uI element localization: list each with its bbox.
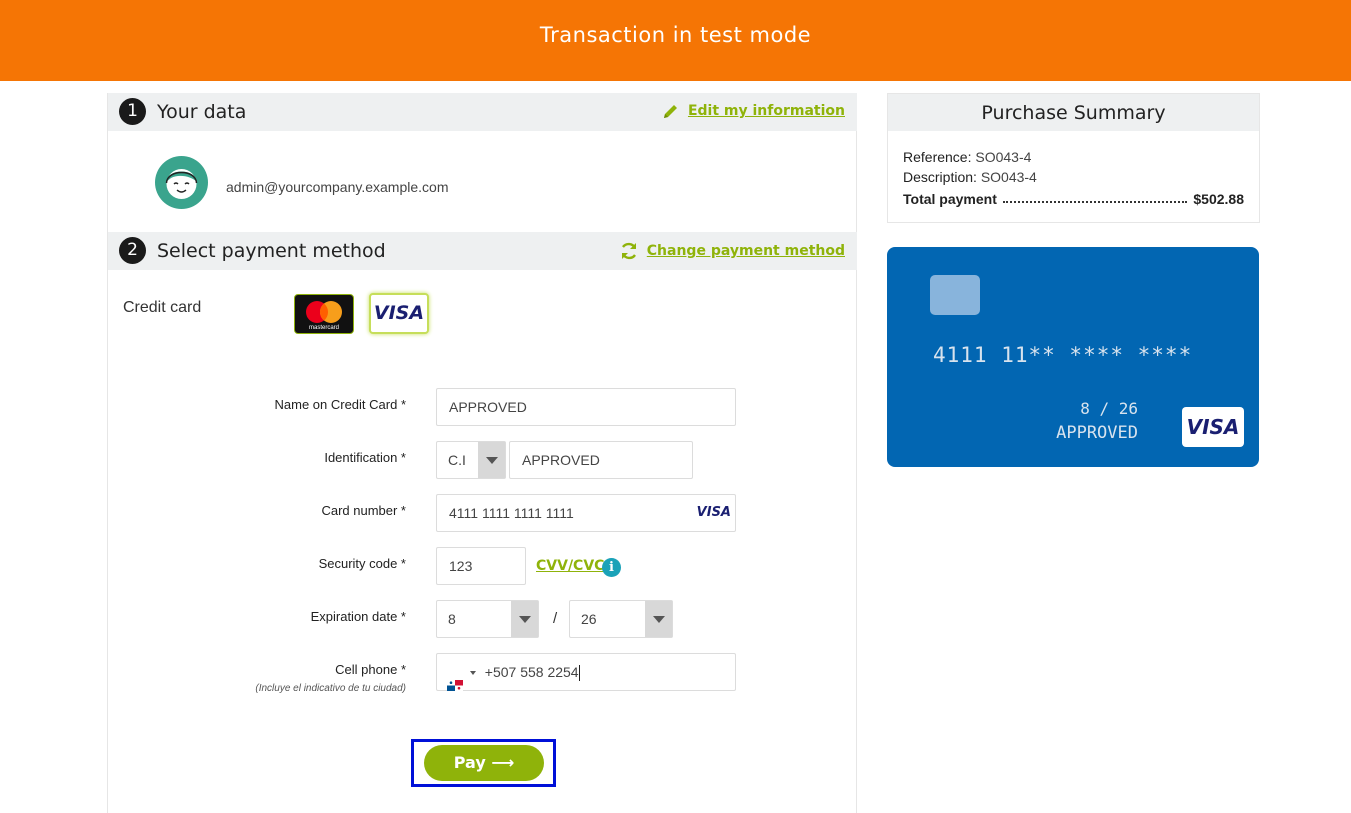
user-email: admin@yourcompany.example.com	[226, 179, 449, 195]
visa-logo-text: VISA	[373, 302, 425, 324]
phone-input[interactable]: +507 558 2254	[436, 653, 736, 691]
id-type-select[interactable]: C.I	[436, 441, 506, 479]
description-label: Description:	[903, 169, 977, 185]
cvv-help-link[interactable]: CVV/CVC	[536, 558, 604, 574]
card-preview: 4111 11** **** **** 8 / 26 APPROVED VISA	[887, 247, 1259, 467]
total-value: $502.88	[1193, 191, 1244, 207]
info-icon[interactable]: i	[602, 558, 621, 577]
edit-information-label: Edit my information	[687, 103, 845, 119]
credit-card-label: Credit card	[123, 299, 202, 316]
chevron-down-icon	[645, 601, 672, 637]
card-number-label: Card number *	[321, 503, 406, 518]
card-preview-visa-logo: VISA	[1182, 407, 1244, 447]
name-label: Name on Credit Card *	[274, 397, 407, 412]
name-on-card-input[interactable]: APPROVED	[436, 388, 736, 426]
total-line: Total payment $502.88	[903, 191, 1244, 207]
mastercard-wordmark: mastercard	[309, 325, 339, 331]
your-data-title: Your data	[157, 101, 247, 123]
dotted-leader	[1002, 191, 1188, 203]
card-number-value: 4111 1111 1111 1111	[449, 505, 574, 521]
visa-icon: VISA	[696, 505, 731, 520]
banner-text: Transaction in test mode	[539, 23, 812, 47]
pay-button-focus-outline: Pay ⟶	[411, 739, 556, 787]
security-code-input[interactable]: 123	[436, 547, 526, 585]
step-number-1: 1	[119, 98, 146, 125]
chevron-down-icon	[511, 601, 538, 637]
id-type-value: C.I	[448, 452, 466, 468]
face-icon	[165, 169, 198, 199]
refresh-icon	[619, 241, 639, 261]
chevron-down-icon	[478, 442, 505, 478]
security-code-label: Security code *	[318, 556, 406, 571]
pay-button[interactable]: Pay ⟶	[424, 745, 544, 781]
caret-down-icon	[469, 671, 476, 676]
card-number-input[interactable]: 4111 1111 1111 1111 VISA	[436, 494, 736, 532]
phone-label: Cell phone *	[335, 662, 406, 677]
description-value: SO043-4	[980, 169, 1037, 185]
card-preview-holder: APPROVED	[1056, 423, 1138, 443]
card-chip-icon	[930, 275, 980, 315]
expiration-label: Expiration date *	[310, 609, 406, 624]
edit-information-link[interactable]: Edit my information	[662, 102, 845, 120]
test-mode-banner: Transaction in test mode	[0, 0, 1351, 81]
user-avatar	[155, 156, 208, 209]
pencil-icon	[662, 102, 680, 120]
purchase-summary-title: Purchase Summary	[888, 94, 1259, 131]
change-payment-method-link[interactable]: Change payment method	[619, 241, 845, 261]
card-preview-expiry: 8 / 26	[1080, 399, 1138, 418]
expiration-month-value: 8	[448, 611, 456, 627]
your-data-header: 1 Your data Edit my information	[108, 93, 857, 131]
purchase-summary: Purchase Summary Reference: SO043-4 Desc…	[887, 93, 1260, 223]
reference-line: Reference: SO043-4	[903, 149, 1031, 165]
reference-label: Reference:	[903, 149, 972, 165]
expiration-year-value: 26	[581, 611, 597, 627]
phone-sublabel: (Incluye el indicativo de tu ciudad)	[255, 683, 406, 694]
change-payment-method-label: Change payment method	[646, 243, 845, 259]
mastercard-icon: mastercard	[306, 301, 342, 331]
visa-option[interactable]: VISA	[369, 293, 429, 334]
expiration-month-select[interactable]: 8	[436, 600, 539, 638]
payment-method-header: 2 Select payment method Change payment m…	[108, 232, 857, 270]
description-line: Description: SO043-4	[903, 169, 1037, 185]
checkout-panel: 1 Your data Edit my information admin@yo…	[107, 93, 857, 813]
step-number-2: 2	[119, 237, 146, 264]
identification-label: Identification *	[324, 450, 406, 465]
expiration-year-select[interactable]: 26	[569, 600, 673, 638]
card-preview-number: 4111 11** **** ****	[933, 343, 1193, 367]
panama-flag-icon	[447, 668, 463, 691]
phone-value: +507 558 2254	[484, 664, 579, 680]
expiration-separator: /	[553, 610, 558, 627]
mastercard-option[interactable]: mastercard	[294, 294, 354, 334]
text-cursor	[578, 665, 580, 682]
total-label: Total payment	[903, 191, 997, 207]
reference-value: SO043-4	[975, 149, 1032, 165]
payment-method-title: Select payment method	[157, 240, 386, 262]
identification-input[interactable]: APPROVED	[509, 441, 693, 479]
